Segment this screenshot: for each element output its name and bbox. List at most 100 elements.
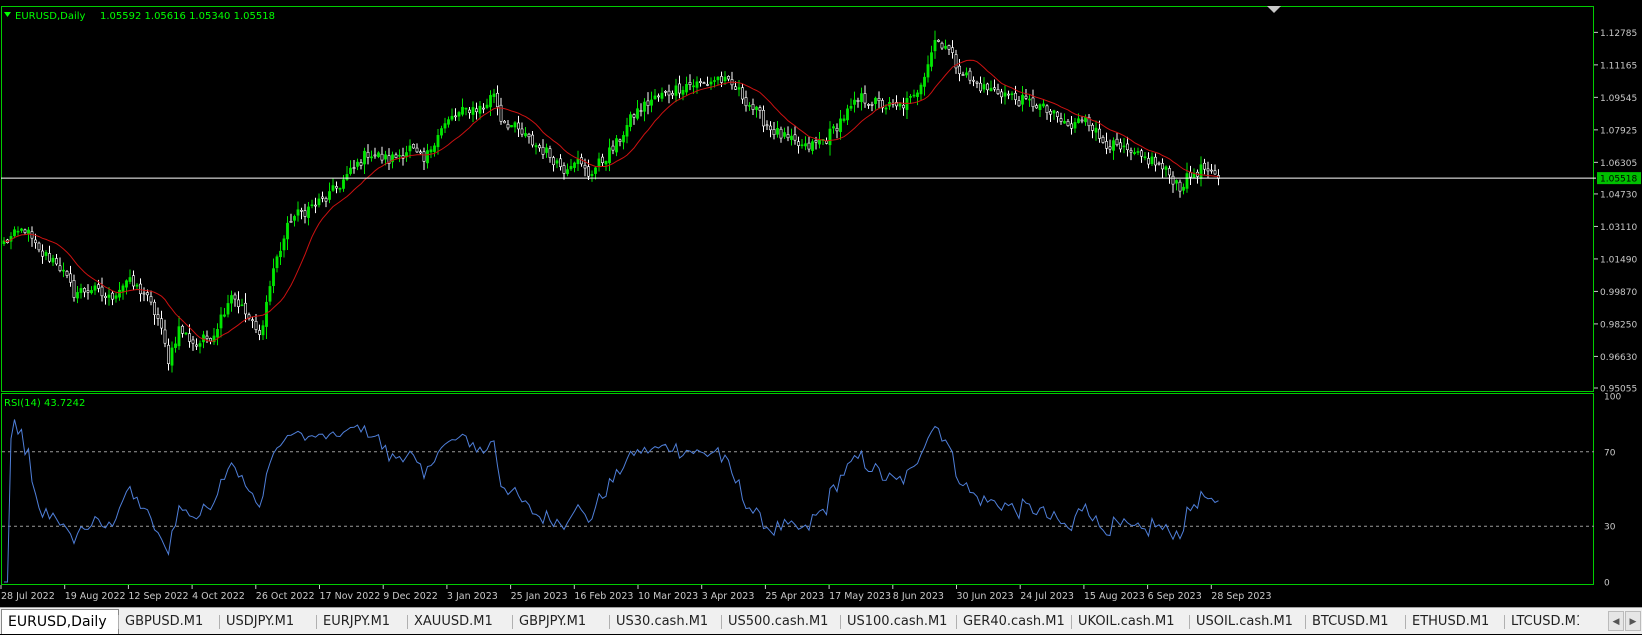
candle [629,114,632,127]
x-tick-label: 25 Jan 2023 [511,591,568,602]
rsi-header: RSI(14) 43.7242 [4,398,85,409]
candle [1000,91,1003,98]
candle [489,95,492,108]
candle [587,166,590,177]
candle [611,145,615,151]
candle [531,134,534,146]
candle [1115,138,1119,146]
candle [356,161,359,167]
candle [1136,151,1140,153]
candle [597,158,601,167]
tab-ltcusd-m1[interactable]: LTCUSD.M1 [1505,612,1579,632]
y-tick-label: 1.03110 [1600,223,1637,233]
candle [832,126,835,129]
tab-us100-cash-m1[interactable]: US100.cash.M1 [841,612,957,632]
candle [961,74,965,76]
candle [1052,110,1056,114]
tab-ukoil-cash-m1[interactable]: UKOIL.cash.M1 [1072,612,1190,632]
chart-tab-bar: EURUSD,Daily GBPUSD.M1 USDJPY.M1 EURJPY.M1 X… [0,607,1642,634]
candle [797,141,800,146]
candle [594,167,597,174]
tab-ger40-cash-m1[interactable]: GER40.cash.M1 [957,612,1072,632]
candle [198,343,202,347]
candle [436,135,440,148]
candle [615,138,618,153]
candle [429,149,433,153]
tab-usoil-cash-m1[interactable]: USOIL.cash.M1 [1190,612,1306,632]
candle [800,144,804,147]
candle [13,229,16,237]
x-tick-label: 15 Aug 2023 [1084,591,1145,602]
tab-usdjpy-m1[interactable]: USDJPY.M1 [220,612,317,632]
candle [860,93,863,103]
candle [289,221,293,223]
tab-eurjpy-m1[interactable]: EURJPY.M1 [317,612,408,632]
y-tick-label: 1.12785 [1600,29,1637,39]
candle [1157,162,1161,165]
candle [156,314,160,319]
tab-scroll-left-icon[interactable]: ◀ [1608,611,1624,631]
candle [146,292,149,296]
candle [538,145,541,149]
candle [604,160,608,165]
candle [272,268,275,287]
candle [1199,164,1203,179]
candle [79,288,83,293]
tab-gbpusd-m1[interactable]: GBPUSD.M1 [119,612,220,632]
candle [646,100,650,106]
candle [160,318,163,329]
candle [128,277,132,282]
candle [713,80,716,82]
candle [324,198,328,202]
candle [755,106,758,110]
candle [181,325,184,334]
candle [118,289,121,298]
candle [107,294,111,298]
candle [734,86,737,90]
candle [282,238,286,251]
candle [132,275,135,287]
candle [216,329,219,338]
candle [828,128,832,146]
candle [772,129,776,136]
candle [748,105,751,107]
x-tick-label: 3 Jan 2023 [447,591,498,602]
candle [937,39,940,42]
candle [678,83,681,94]
candle [1105,141,1108,149]
candle [1003,92,1007,97]
candle [979,82,982,92]
tab-xauusd-m1[interactable]: XAUUSD.M1 [408,612,513,632]
tab-gbpjpy-m1[interactable]: GBPJPY.M1 [513,612,610,632]
tab-eurusd-daily[interactable]: EURUSD,Daily [1,609,119,634]
candle [114,295,118,299]
candle [492,93,496,97]
candle [307,206,310,218]
candle [1028,98,1031,101]
candle [569,166,573,170]
candle [345,174,349,180]
tab-scroll-right-icon[interactable]: ▶ [1625,611,1641,631]
candle [874,97,877,104]
candle [818,139,821,145]
tab-us500-cash-m1[interactable]: US500.cash.M1 [722,612,841,632]
candle [261,325,265,336]
candle [1213,170,1217,175]
candle [1203,162,1206,170]
y-tick-label: 1.04730 [1600,190,1637,200]
candle [933,40,937,52]
candle [681,89,685,95]
candle [1098,128,1101,139]
candle [807,142,811,150]
candle [1189,172,1192,178]
candle [97,284,100,289]
candle [195,344,198,347]
tab-scroll-controls: ◀ ▶ [1608,611,1642,632]
chart-area[interactable]: 1.12785 1.11165 1.09545 1.07925 1.06305 1.047… [0,0,1642,607]
tab-btcusd-m1[interactable]: BTCUSD.M1 [1306,612,1406,632]
candle [517,122,520,130]
tab-us30-cash-m1[interactable]: US30.cash.M1 [610,612,722,632]
tab-ethusd-m1[interactable]: ETHUSD.M1 [1406,612,1505,632]
candle [1066,121,1070,126]
candle [230,295,233,304]
